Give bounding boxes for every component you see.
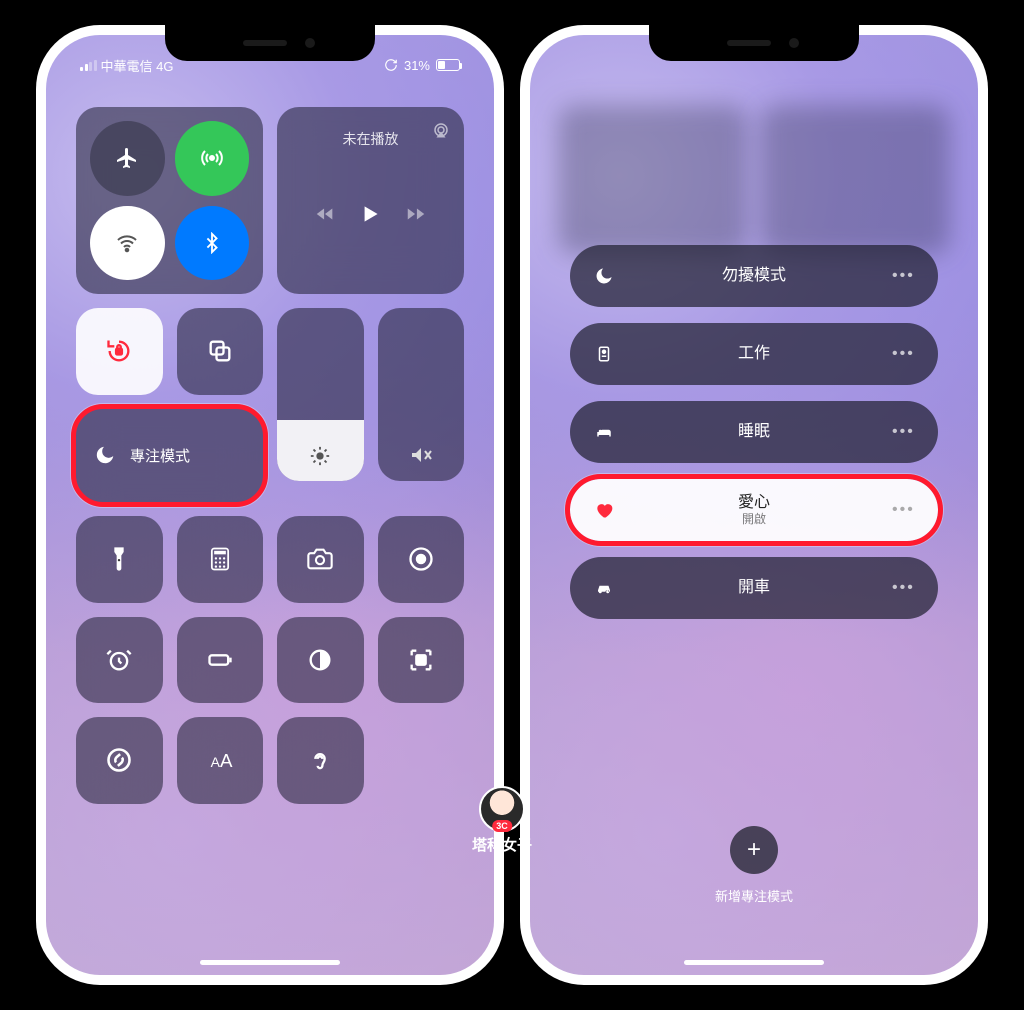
home-indicator[interactable] [200, 960, 340, 965]
text-size-button[interactable]: AA [177, 717, 264, 804]
cellular-toggle[interactable] [175, 121, 250, 196]
calculator-icon [206, 545, 234, 573]
airplay-icon [432, 121, 450, 139]
more-icon[interactable]: ••• [892, 345, 916, 363]
notch [649, 25, 859, 61]
camera-icon [306, 545, 334, 573]
svg-text:A: A [220, 750, 233, 771]
qr-icon [407, 646, 435, 674]
watermark-text: 塔科女子 [472, 834, 532, 855]
add-focus-section: + 新增專注模式 [530, 826, 978, 905]
wifi-toggle[interactable] [90, 206, 165, 281]
battery-saver-icon [206, 646, 234, 674]
phone-focus-list: 勿擾模式 ••• 工作 ••• 睡眠 ••• [520, 25, 988, 985]
text-size-icon: AA [206, 746, 234, 774]
bluetooth-icon [201, 232, 223, 254]
media-title: 未在播放 [293, 129, 448, 149]
media-module[interactable]: 未在播放 [277, 107, 464, 294]
car-icon [592, 579, 616, 597]
low-power-button[interactable] [177, 617, 264, 704]
lock-rotation-icon [105, 337, 133, 365]
alarm-icon [105, 646, 133, 674]
dark-mode-button[interactable] [277, 617, 364, 704]
watermark: 塔科女子 [472, 786, 532, 855]
airplane-icon [115, 146, 139, 170]
record-icon [407, 545, 435, 573]
ear-icon [306, 746, 334, 774]
more-icon[interactable]: ••• [892, 423, 916, 441]
focus-list-screen: 勿擾模式 ••• 工作 ••• 睡眠 ••• [530, 35, 978, 975]
rewind-icon[interactable] [314, 203, 336, 225]
watermark-avatar [479, 786, 525, 832]
focus-mode-list: 勿擾模式 ••• 工作 ••• 睡眠 ••• [570, 245, 938, 619]
focus-row-drive[interactable]: 開車 ••• [570, 557, 938, 619]
media-controls [293, 149, 448, 278]
focus-label: 勿擾模式 [616, 266, 892, 285]
plus-icon: + [747, 836, 761, 864]
sync-icon [384, 58, 398, 72]
qr-scan-button[interactable] [378, 617, 465, 704]
notch [165, 25, 375, 61]
shazam-button[interactable] [76, 717, 163, 804]
volume-slider[interactable] [378, 308, 465, 481]
focus-row-sleep[interactable]: 睡眠 ••• [570, 401, 938, 463]
moon-icon [94, 444, 116, 466]
mirroring-icon [206, 337, 234, 365]
airplane-toggle[interactable] [90, 121, 165, 196]
focus-label: 開車 [616, 578, 892, 597]
shazam-icon [105, 746, 133, 774]
badge-icon [592, 344, 616, 364]
bed-icon [592, 423, 616, 441]
mute-icon [409, 443, 433, 467]
add-focus-label: 新增專注模式 [715, 886, 793, 905]
brightness-slider[interactable] [277, 308, 364, 481]
status-right: 31% [384, 55, 460, 75]
focus-label: 睡眠 [616, 422, 892, 441]
brightness-icon [309, 445, 331, 467]
hearing-button[interactable] [277, 717, 364, 804]
connectivity-module [76, 107, 263, 294]
darkmode-icon [306, 646, 334, 674]
focus-row-dnd[interactable]: 勿擾模式 ••• [570, 245, 938, 307]
calculator-button[interactable] [177, 516, 264, 603]
focus-row-work[interactable]: 工作 ••• [570, 323, 938, 385]
focus-label: 愛心 [616, 493, 892, 512]
control-center: 未在播放 [76, 107, 464, 804]
carrier-label: 中華電信 4G [101, 56, 174, 75]
bluetooth-toggle[interactable] [175, 206, 250, 281]
focus-label: 工作 [616, 344, 892, 363]
orientation-lock-toggle[interactable] [76, 308, 163, 395]
wifi-icon [115, 231, 139, 255]
more-icon[interactable]: ••• [892, 501, 916, 519]
home-indicator[interactable] [684, 960, 824, 965]
flashlight-icon [105, 545, 133, 573]
camera-button[interactable] [277, 516, 364, 603]
battery-icon [436, 59, 460, 71]
forward-icon[interactable] [405, 203, 427, 225]
heart-icon [592, 500, 616, 520]
add-focus-button[interactable]: + [730, 826, 778, 874]
screen-record-button[interactable] [378, 516, 465, 603]
phone-control-center: 中華電信 4G 31% [36, 25, 504, 985]
cellular-icon [200, 146, 224, 170]
play-icon[interactable] [357, 201, 383, 227]
focus-status: 開啟 [616, 512, 892, 526]
more-icon[interactable]: ••• [892, 267, 916, 285]
flashlight-button[interactable] [76, 516, 163, 603]
battery-pct: 31% [404, 58, 430, 73]
focus-mode-label: 專注模式 [130, 445, 190, 466]
screen-mirroring-button[interactable] [177, 308, 264, 395]
control-center-screen: 中華電信 4G 31% [46, 35, 494, 975]
focus-mode-button[interactable]: 專注模式 [76, 409, 263, 503]
more-icon[interactable]: ••• [892, 579, 916, 597]
moon-icon [592, 266, 616, 286]
status-left: 中華電信 4G [80, 55, 173, 75]
signal-icon [80, 60, 97, 71]
focus-row-love[interactable]: 愛心 開啟 ••• [570, 479, 938, 541]
alarm-button[interactable] [76, 617, 163, 704]
